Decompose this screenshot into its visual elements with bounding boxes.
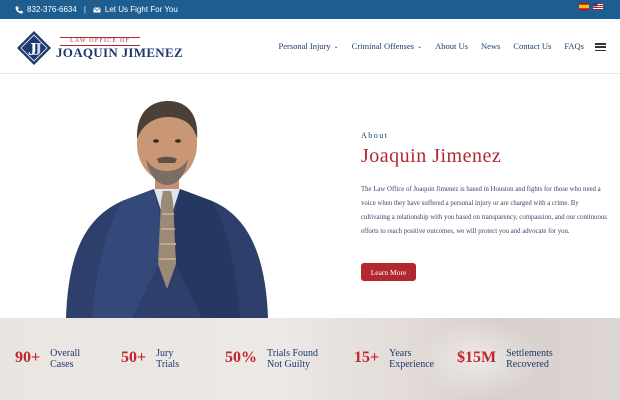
stat-label: Jury Trials — [156, 348, 179, 370]
stat-label-line: Overall — [50, 348, 81, 359]
stat-label-line: Experience — [389, 359, 435, 370]
stat-jury-trials: 50+ Jury Trials — [121, 348, 179, 370]
stat-label-line: Not Guilty — [267, 359, 311, 370]
nav-item-faqs[interactable]: FAQs — [564, 41, 584, 51]
stat-label-line: Years — [389, 348, 412, 359]
stat-label: Trials Found Not Guilty — [267, 348, 318, 370]
nav-label: Personal Injury — [278, 41, 331, 51]
attorney-portrait — [66, 101, 268, 318]
stat-label-line: Trials — [156, 359, 180, 370]
stat-label-line: Cases — [50, 359, 74, 370]
learn-more-button[interactable]: Learn More — [361, 263, 416, 281]
chevron-down-icon: ⌄ — [417, 43, 423, 50]
logo-mark-icon: J J — [17, 31, 51, 65]
tagline-text: Let Us Fight For You — [104, 5, 178, 14]
logo-text: LAW OFFICE OF JOAQUIN JIMENEZ — [56, 36, 183, 60]
topbar-separator: | — [83, 5, 86, 14]
tagline-link[interactable]: Let Us Fight For You — [93, 5, 178, 14]
nav-item-criminal-offenses[interactable]: Criminal Offenses ⌄ — [352, 41, 422, 51]
stats-strip: 90+ Overall Cases 50+ Jury Trials 50% Tr… — [0, 318, 620, 400]
phone-icon — [15, 6, 23, 13]
stat-value: 90+ — [15, 349, 41, 366]
logo-title: JOAQUIN JIMENEZ — [56, 44, 183, 60]
us-flag-icon[interactable] — [593, 3, 603, 10]
spain-flag-icon[interactable] — [579, 3, 589, 10]
logo-letter-right: J — [33, 39, 42, 59]
stat-value: 50% — [225, 349, 257, 366]
attorney-name-heading: Joaquin Jimenez — [361, 145, 502, 167]
stat-label-line: Recovered — [506, 359, 549, 370]
section-eyebrow: About — [361, 131, 389, 140]
chevron-down-icon: ⌄ — [333, 43, 339, 50]
main-nav: Personal Injury ⌄ Criminal Offenses ⌄ Ab… — [278, 41, 584, 51]
stat-settlements: $15M Settlements Recovered — [457, 348, 553, 370]
nav-item-about-us[interactable]: About Us — [435, 41, 468, 51]
nav-item-contact-us[interactable]: Contact Us — [513, 41, 551, 51]
about-hero: About Joaquin Jimenez The Law Office of … — [0, 75, 620, 318]
stat-label: Overall Cases — [50, 348, 80, 370]
stat-value: 50+ — [121, 349, 147, 366]
stat-label: Settlements Recovered — [506, 348, 553, 370]
nav-label: Criminal Offenses — [351, 41, 415, 51]
stat-label-line: Trials Found — [267, 348, 319, 359]
stat-label-line: Settlements — [506, 348, 553, 359]
site-logo[interactable]: J J LAW OFFICE OF JOAQUIN JIMENEZ — [16, 30, 183, 66]
stat-label-line: Jury — [156, 348, 174, 359]
language-switcher — [579, 3, 603, 10]
stat-overall-cases: 90+ Overall Cases — [15, 348, 80, 370]
stat-value: $15M — [457, 349, 497, 366]
nav-item-news[interactable]: News — [481, 41, 500, 51]
phone-link[interactable]: 832-376-6634 — [15, 5, 77, 14]
hamburger-menu-icon[interactable] — [595, 43, 606, 51]
top-bar: 832-376-6634 | Let Us Fight For You — [0, 0, 620, 19]
about-description: The Law Office of Joaquin Jimenez is bas… — [361, 186, 607, 235]
stat-label: Years Experience — [389, 348, 434, 370]
phone-number: 832-376-6634 — [27, 5, 77, 14]
nav-item-personal-injury[interactable]: Personal Injury ⌄ — [278, 41, 338, 51]
stat-years-experience: 15+ Years Experience — [354, 348, 434, 370]
stat-value: 15+ — [354, 349, 380, 366]
site-header: J J LAW OFFICE OF JOAQUIN JIMENEZ Person… — [0, 19, 620, 74]
envelope-icon — [93, 6, 101, 12]
stat-not-guilty: 50% Trials Found Not Guilty — [225, 348, 318, 370]
